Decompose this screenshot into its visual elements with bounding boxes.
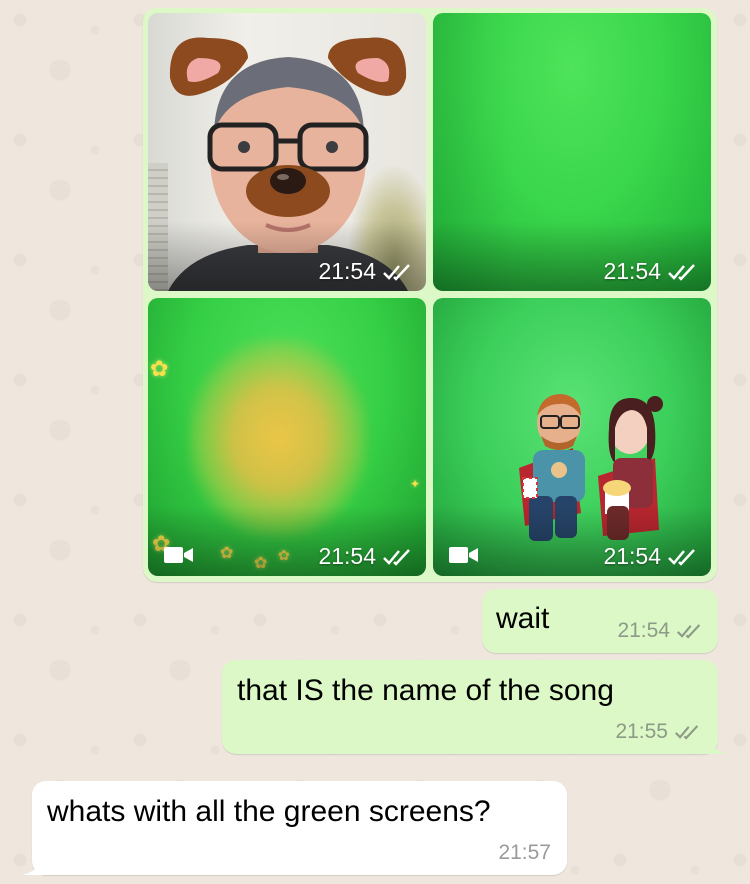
message-meta: 21:55 <box>615 720 700 744</box>
message-text: whats with all the green screens? <box>47 795 491 828</box>
bubble-tail <box>22 855 44 875</box>
double-check-icon <box>674 725 699 740</box>
outgoing-message[interactable]: wait 21:54 <box>482 589 718 653</box>
message-text: wait <box>496 602 550 635</box>
message-time: 21:55 <box>615 720 668 743</box>
tile-time: 21:54 <box>318 543 376 569</box>
media-tile-video[interactable]: 21:54 <box>433 298 711 576</box>
media-grid-bubble: 21:54 21:54 ✿ ✿ ✿ ✿ ✿ ✦ <box>143 8 717 582</box>
tile-meta: 21:54 <box>603 258 697 285</box>
tile-meta: 21:54 <box>603 543 697 570</box>
double-check-icon <box>668 548 695 566</box>
message-meta: 21:57 <box>498 841 551 865</box>
tile-time: 21:54 <box>603 258 661 284</box>
message-time: 21:54 <box>617 619 670 642</box>
tile-time: 21:54 <box>603 543 661 569</box>
double-check-icon <box>668 263 695 281</box>
incoming-message[interactable]: whats with all the green screens? 21:57 <box>22 781 567 875</box>
double-check-icon <box>383 548 410 566</box>
media-tile-photo[interactable]: 21:54 <box>433 13 711 291</box>
star-decoration: ✦ <box>410 477 421 491</box>
video-camera-icon <box>449 547 478 563</box>
outgoing-message[interactable]: that IS the name of the song 21:55 <box>222 660 728 754</box>
media-tile-video[interactable]: ✿ ✿ ✿ ✿ ✿ ✦ 21:54 <box>148 298 426 576</box>
tile-meta: 21:54 <box>318 543 412 570</box>
message-text: that IS the name of the song <box>237 674 614 707</box>
media-tile-photo[interactable]: 21:54 <box>148 13 426 291</box>
tile-meta: 21:54 <box>318 258 412 285</box>
bubble-tail <box>706 734 728 754</box>
message-meta: 21:54 <box>617 619 702 643</box>
video-camera-icon <box>164 547 193 563</box>
tile-time: 21:54 <box>318 258 376 284</box>
star-decoration: ✿ <box>150 356 169 381</box>
message-time: 21:57 <box>498 841 551 864</box>
double-check-icon <box>383 263 410 281</box>
double-check-icon <box>676 624 701 639</box>
